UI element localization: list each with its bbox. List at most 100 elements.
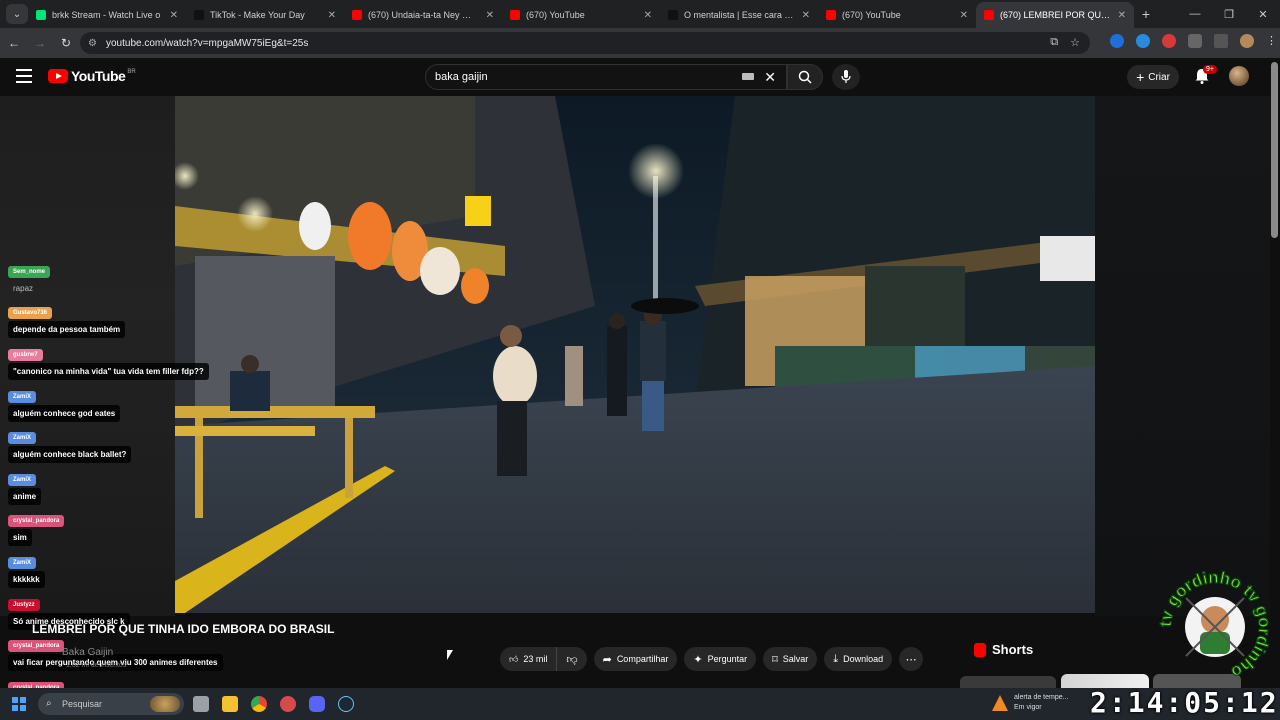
shorts-label: Shorts [992,642,1034,657]
more-actions-icon[interactable]: ⋯ [899,647,924,671]
extension-blue-icon[interactable] [1110,34,1124,48]
tab-favicon-icon [984,10,994,20]
chrome-icon[interactable] [251,696,267,712]
close-tab-icon[interactable]: ✕ [328,10,336,21]
close-tab-icon[interactable]: ✕ [960,10,968,21]
chat-username: Justyzz [8,599,40,611]
menu-icon[interactable] [16,69,32,83]
extension-red-icon[interactable] [1162,34,1176,48]
chat-username: crystal_pandora [8,640,65,652]
country-code: BR [127,69,136,75]
extensions-puzzle-icon[interactable] [1188,34,1202,48]
close-tab-icon[interactable]: ✕ [170,10,178,21]
back-icon[interactable]: ← [2,36,26,50]
chat-text: alguém conhece black ballet? [8,446,132,463]
account-avatar[interactable] [1229,66,1249,86]
chat-username: Gustavo736 [8,307,53,319]
site-info-icon[interactable]: ⚙ [88,38,100,49]
close-tab-icon[interactable]: ✕ [486,10,494,21]
tab-title: brkk Stream - Watch Live o [52,10,161,20]
mouse-cursor-icon [447,650,453,660]
browser-tab[interactable]: brkk Stream - Watch Live o ✕ [28,2,186,28]
windows-taskbar: ⌕ Pesquisar alerta de tempe... Em vigor [0,688,1280,720]
notification-badge: 9+ [1203,65,1217,74]
screen: ⌄ brkk Stream - Watch Live o ✕ TikTok - Ma… [0,0,1280,720]
keyboard-icon[interactable] [742,73,754,80]
browser-tab[interactable]: TikTok - Make Your Day ✕ [186,2,344,28]
file-explorer-icon[interactable] [222,696,238,712]
save-button[interactable]: ⌑ Salvar [763,647,818,671]
voice-search-button[interactable] [832,64,860,90]
bookmark-star-icon[interactable]: ☆ [1070,36,1080,49]
sparkle-icon: ✦ [693,653,703,666]
page-scrollbar[interactable] [1271,62,1278,238]
close-window-icon[interactable]: ✕ [1246,8,1280,21]
weather-alert-widget[interactable]: alerta de tempe... Em vigor [992,693,1068,713]
tab-favicon-icon [352,10,362,20]
close-tab-icon[interactable]: ✕ [1118,10,1126,21]
create-button[interactable]: + Criar [1127,65,1179,89]
chat-text: rapaz [13,284,34,293]
maximize-icon[interactable]: ❐ [1212,8,1246,21]
create-label: Criar [1148,71,1170,83]
reload-icon[interactable]: ↻ [54,36,78,50]
tab-favicon-icon [826,10,836,20]
share-button[interactable]: ➦ Compartilhar [593,647,678,671]
video-player[interactable] [175,96,1095,613]
steam-icon[interactable] [338,696,354,712]
forward-icon[interactable]: → [28,36,52,50]
media-controls-icon[interactable] [1214,34,1228,48]
search-query: baka gaijin [435,71,488,83]
close-tab-icon[interactable]: ✕ [802,10,810,21]
browser-tab[interactable]: (670) YouTube ✕ [502,2,660,28]
like-button[interactable]: 👍︎ 23 mil [500,647,558,671]
search-icon [798,70,812,84]
browser-tab[interactable]: (670) YouTube ✕ [818,2,976,28]
close-tab-icon[interactable]: ✕ [644,10,652,21]
chat-message: ZamiX kkkkkk [8,551,45,588]
tab-favicon-icon [510,10,520,20]
task-view-icon[interactable] [193,696,209,712]
profile-icon[interactable] [1240,34,1254,48]
ask-button[interactable]: ✦ Perguntar [684,647,757,671]
subscriber-count: 1,02 mi de inscritos [66,662,127,669]
chat-username: ZamiX [8,557,37,569]
dislike-button[interactable]: 👎︎ [557,647,586,671]
tab-search-icon[interactable]: ⌄ [6,4,28,24]
ask-label: Perguntar [707,654,748,664]
video-frame-street-scene [175,96,1095,613]
video-title: LEMBREI POR QUE TINHA IDO EMBORA DO BRAS… [32,622,335,636]
thumbs-down-icon: 👎︎ [566,653,578,666]
tab-favicon-icon [36,10,46,20]
ambient-right [1095,96,1270,616]
install-icon[interactable]: ⧉ [1050,36,1058,49]
weather-line2: Em vigor [1014,704,1042,711]
new-tab-icon[interactable]: + [1134,6,1158,22]
chat-message: Gustavo736 depende da pessoa também [8,301,126,338]
tab-favicon-icon [194,10,204,20]
download-button[interactable]: ⤓ Download [824,647,893,671]
warning-icon [992,695,1008,711]
address-bar[interactable]: ⚙ youtube.com/watch?v=mpgaMW75iEg&t=25s … [80,32,1090,54]
channel-name[interactable]: Baka Gaijin [62,647,113,658]
discord-icon[interactable] [309,696,325,712]
stream-timer: 2:14:05:12 [1090,686,1279,719]
taskbar-search[interactable]: ⌕ Pesquisar [38,693,184,715]
search-button[interactable] [787,64,823,90]
weather-line1: alerta de tempe... [1014,694,1069,701]
youtube-logo[interactable]: YouTube BR [48,68,136,84]
streamer-logo-overlay: tv gordinho tv gordinho [1158,570,1272,683]
tab-title: O mentalista | Esse cara é muit [684,10,798,20]
download-icon: ⤓ [833,652,839,665]
start-menu-icon[interactable] [12,697,26,711]
browser-tab[interactable]: (670) Undaia-ta-ta Ney 🏃‍♂️🏃 ✕ [344,2,502,28]
search-input[interactable]: baka gaijin ✕ [425,64,787,90]
clear-search-icon[interactable]: ✕ [764,69,776,86]
browser-menu-icon[interactable]: ⋮ [1266,34,1277,48]
browser-tab[interactable]: O mentalista | Esse cara é muit ✕ [660,2,818,28]
browser-tab[interactable]: (670) LEMBREI POR QUE TI ✕ [976,2,1134,28]
app-red-icon[interactable] [280,696,296,712]
extension-globe-icon[interactable] [1136,34,1150,48]
minimize-icon[interactable]: — [1178,8,1212,20]
chat-username: crystal_pandora [8,515,65,527]
